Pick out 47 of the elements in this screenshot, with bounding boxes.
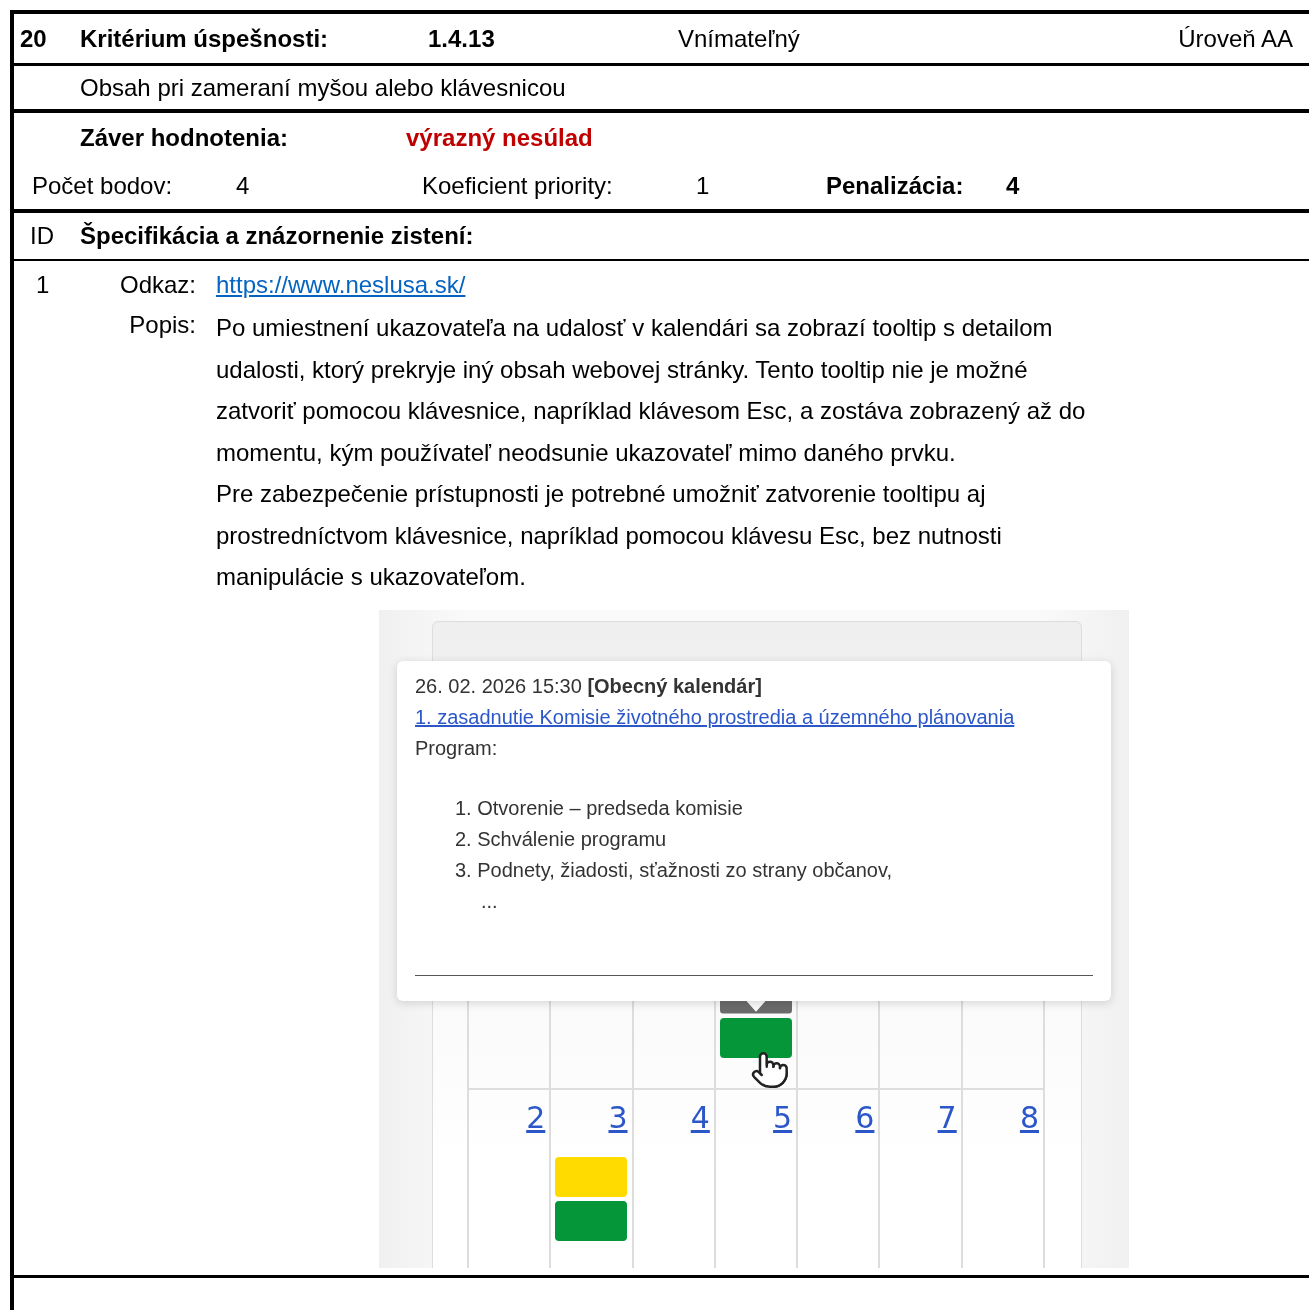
priority-label: Koeficient priority: — [422, 172, 614, 200]
findings-header: Špecifikácia a znázornenie zistení: — [80, 222, 474, 250]
description-text: Po umiestnení ukazovateľa na udalosť v kalendári sa zobrazí tooltip s detailom udalosti, ktorý prekryje iný obsah webovej stránky. Tento tooltip nie je možné zatvoriť pomocou klávesnice, napríklad klávesom Esc, a zostáva zobrazený až do momentu, kým používateľ neodsunie ukazovateľ mimo daného prvku. — [216, 313, 1087, 468]
description-label: Popis: — [129, 310, 197, 340]
day-link[interactable]: 5 — [773, 1099, 793, 1135]
calendar-cell[interactable]: 8 — [962, 1089, 1045, 1268]
description-text: Pre zabezpečenie prístupnosti je potrebné umožniť zatvorenie tooltipu aj prostredníctvom klávesnice, napríklad pomocou klávesu Esc, bez nutnosti manipulácie s ukazovateľom. — [216, 479, 1003, 592]
link-label: Odkaz: — [119, 270, 197, 300]
finding-link[interactable]: https://www.neslusa.sk/ — [216, 267, 466, 303]
conclusion-value: výrazný nesúlad — [406, 124, 593, 152]
ellipsis: ... — [480, 888, 499, 914]
conclusion-label: Záver hodnotenia: — [80, 124, 290, 152]
calendar-cell[interactable]: 4 — [633, 1089, 716, 1268]
priority-value: 1 — [696, 172, 711, 200]
day-link[interactable]: 2 — [526, 1099, 546, 1135]
criterion-name: Obsah pri zameraní myšou alebo klávesnicou — [80, 73, 566, 102]
hand-cursor-icon — [750, 1049, 790, 1090]
points-label: Počet bodov: — [32, 172, 174, 200]
calendar-cell[interactable]: 7 — [880, 1089, 963, 1268]
principle: Vnímateľný — [678, 24, 800, 53]
id-header: ID — [30, 222, 55, 250]
day-link[interactable]: 7 — [937, 1099, 957, 1135]
program-item: 1. Otvorenie – predseda komisie — [454, 795, 744, 821]
criterion-code: 1.4.13 — [428, 24, 496, 53]
program-item: 3. Podnety, žiadosti, sťažnosti zo strany občanov, — [454, 857, 893, 883]
program-item: 2. Schválenie programu — [454, 826, 668, 852]
program-label: Program: — [415, 735, 499, 761]
calendar-event[interactable] — [720, 1017, 792, 1058]
calendar-cell[interactable]: 3 — [551, 1089, 634, 1268]
finding-id: 1 — [35, 270, 50, 300]
calendar-event[interactable] — [555, 1200, 628, 1241]
calendar-cell[interactable]: 5 — [715, 1089, 799, 1268]
points-value: 4 — [236, 172, 251, 200]
penalty-label: Penalizácia: — [826, 172, 965, 200]
event-title-link[interactable]: 1. zasadnutie Komisie životného prostredia a územného plánovania — [415, 701, 1093, 733]
day-link[interactable]: 6 — [855, 1099, 875, 1135]
calendar-cell[interactable]: 6 — [798, 1089, 881, 1268]
penalty-value: 4 — [1006, 172, 1020, 200]
calendar-cell[interactable]: 2 — [469, 1089, 552, 1268]
criterion-number: 20 — [20, 24, 48, 53]
day-link[interactable]: 4 — [690, 1099, 710, 1135]
conformance-level: Úroveň AA — [1178, 24, 1293, 53]
day-link[interactable]: 8 — [1019, 1099, 1039, 1135]
event-datetime: 26. 02. 2026 15:30 — [415, 674, 582, 697]
calendar-name: [Obecný kalendár] — [587, 674, 762, 697]
day-link[interactable]: 3 — [608, 1099, 628, 1135]
criterion-label: Kritérium úspešnosti: — [80, 24, 330, 53]
